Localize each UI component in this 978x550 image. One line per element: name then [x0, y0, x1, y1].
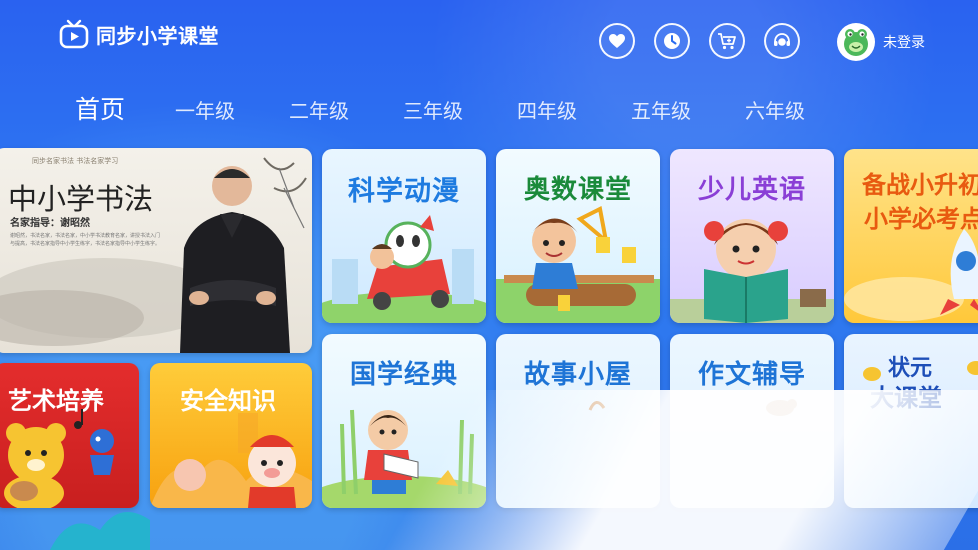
- reading-child-illustration: [322, 409, 486, 508]
- cart-button[interactable]: [709, 23, 745, 59]
- tab-grade-6[interactable]: 六年级: [745, 95, 805, 124]
- olympiad-math-card[interactable]: 奥数课堂: [496, 149, 660, 323]
- chinese-classics-card[interactable]: 国学经典: [322, 334, 486, 508]
- app-title: 同步小学课堂: [96, 23, 219, 48]
- app-logo: 同步小学课堂: [58, 18, 219, 50]
- cartoon-car-illustration: [322, 215, 486, 323]
- avatar[interactable]: [837, 23, 875, 61]
- user-profile[interactable]: 未登录: [837, 23, 925, 61]
- grade-nav: 首页 一年级 二年级 三年级 四年级 五年级 六年级: [75, 90, 859, 126]
- tab-grade-5[interactable]: 五年级: [631, 95, 691, 124]
- tab-grade-2[interactable]: 二年级: [289, 95, 349, 124]
- composition-tutoring-card[interactable]: 作文辅导: [670, 334, 834, 508]
- clock-icon: [664, 33, 680, 49]
- calligraphy-card[interactable]: 同步名家书法 书法名家学习 中小学书法 名家指导：谢昭然 谢昭然，书法名家，书法…: [0, 148, 312, 353]
- kids-english-card[interactable]: 少儿英语: [670, 149, 834, 323]
- hero-subtitle: 名家指导：谢昭然: [10, 218, 90, 229]
- heart-icon: [609, 34, 625, 48]
- tab-grade-1[interactable]: 一年级: [175, 95, 235, 124]
- hero-tagline: 同步名家书法 书法名家学习: [32, 157, 119, 165]
- top-header: 同步小学课堂 未登录: [0, 0, 978, 80]
- tab-home[interactable]: 首页: [75, 90, 125, 126]
- hero-title: 中小学书法: [8, 182, 154, 216]
- math-boy-illustration: [496, 206, 660, 323]
- history-button[interactable]: [654, 23, 690, 59]
- story-house-card[interactable]: 故事小屋: [496, 334, 660, 508]
- bird-illustration: [766, 399, 797, 416]
- firefighter-pig-illustration: [150, 413, 312, 508]
- top-actions: [599, 23, 800, 59]
- cart-icon: [718, 33, 736, 50]
- hero-description: 谢昭然，书法名家，书法名家，中小学书法教育名家，讲授书法入门与提高，书法名家指导…: [10, 233, 161, 247]
- frog-mascot-icon: [844, 29, 868, 56]
- favorites-button[interactable]: [599, 23, 635, 59]
- tab-grade-3[interactable]: 三年级: [403, 95, 463, 124]
- rocket-illustration: [844, 229, 978, 321]
- exam-prep-card[interactable]: 备战小升初 小学必考点: [844, 149, 978, 323]
- customer-service-icon: [774, 33, 790, 46]
- art-training-card[interactable]: 艺术培养: [0, 363, 139, 508]
- service-button[interactable]: [764, 23, 800, 59]
- science-cartoon-card[interactable]: 科学动漫: [322, 149, 486, 323]
- reading-girl-illustration: [670, 219, 834, 323]
- top-scholar-card[interactable]: 状元 大课堂: [844, 334, 978, 508]
- decorative-plant: [50, 512, 150, 550]
- login-status[interactable]: 未登录: [883, 32, 925, 52]
- bear-guitar-illustration: [4, 409, 114, 508]
- story-illustration: [588, 401, 606, 411]
- tab-grade-4[interactable]: 四年级: [517, 95, 577, 124]
- bee-illustration: [863, 361, 978, 381]
- safety-knowledge-card[interactable]: 安全知识: [150, 363, 312, 508]
- tv-play-icon: [59, 19, 89, 49]
